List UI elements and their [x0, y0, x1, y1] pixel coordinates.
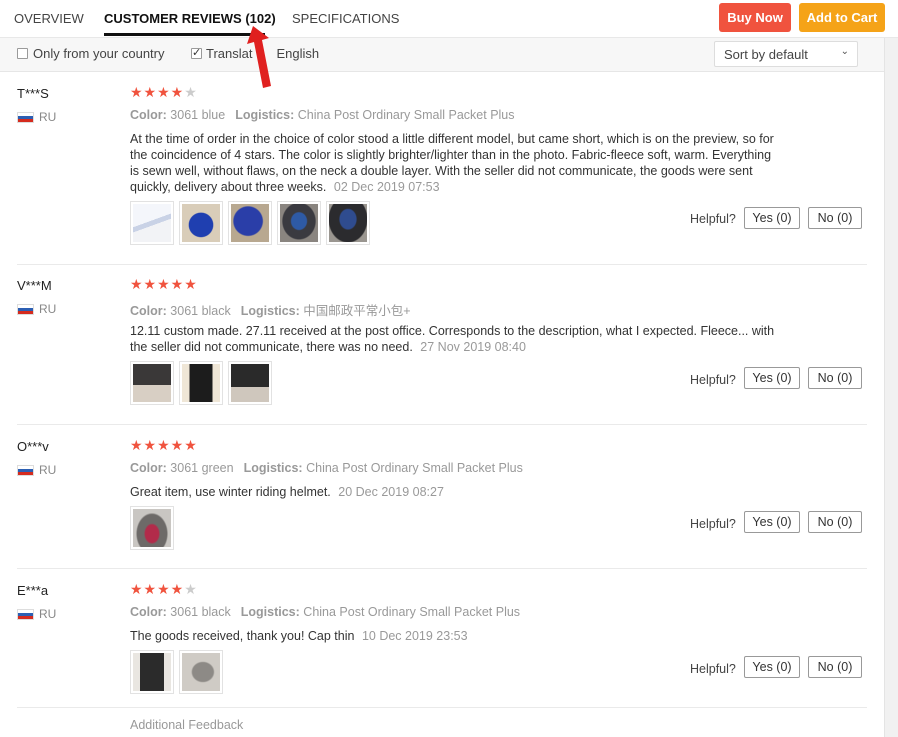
helpful-no-button[interactable]: No (0) [808, 656, 862, 678]
reviewer-country: RU [17, 302, 56, 316]
review-photo[interactable] [130, 506, 174, 550]
review-date: 10 Dec 2019 23:53 [361, 629, 468, 643]
translate-label-end: English [276, 46, 320, 61]
review-filter-bar: Only from your country TranslatEnglish S… [0, 38, 884, 72]
review-text: At the time of order in the choice of co… [130, 131, 780, 195]
logistics-label: Logistics: [243, 461, 303, 475]
russia-flag-icon [17, 464, 34, 476]
logistics-value: China Post Ordinary Small Packet Plus [297, 108, 515, 122]
review-photo[interactable] [130, 201, 174, 245]
russia-flag-icon [17, 303, 34, 315]
helpful-label: Helpful? [690, 517, 736, 531]
star-rating: ★★★★★ [130, 438, 198, 454]
star-rating: ★★★★★ [130, 277, 198, 293]
review-photo[interactable] [228, 201, 272, 245]
logistics-value: 中国邮政平常小包+ [303, 304, 411, 318]
reviewer-country: RU [17, 110, 56, 124]
country-code: RU [39, 463, 57, 477]
review-meta: Color: 3061 black Logistics: 中国邮政平常小包+ [130, 300, 411, 319]
helpful-yes-button[interactable]: Yes (0) [744, 511, 800, 533]
reviewer-name: O***v [17, 439, 49, 454]
buy-now-button[interactable]: Buy Now [719, 3, 791, 32]
helpful-yes-button[interactable]: Yes (0) [744, 207, 800, 229]
reviewer-name: T***S [17, 86, 49, 101]
russia-flag-icon [17, 608, 34, 620]
logistics-label: Logistics: [235, 108, 295, 122]
review-meta: Color: 3061 green Logistics: China Post O… [130, 461, 523, 475]
review-body: Great item, use winter riding helmet. [130, 485, 331, 499]
tab-overview[interactable]: OVERVIEW [14, 11, 84, 26]
review-divider [17, 707, 867, 708]
sort-select[interactable]: Sort by default ⌄ [714, 41, 858, 67]
color-label: Color: [130, 304, 167, 318]
logistics-value: China Post Ordinary Small Packet Plus [306, 461, 523, 475]
color-label: Color: [130, 605, 167, 619]
review-photo[interactable] [179, 361, 223, 405]
color-value: 3061 black [170, 605, 231, 619]
country-code: RU [39, 302, 57, 316]
helpful-label: Helpful? [690, 212, 736, 226]
review-divider [17, 424, 867, 425]
only-country-label[interactable]: Only from your country [33, 46, 165, 61]
review-body: At the time of order in the choice of co… [130, 132, 774, 194]
review-photos [130, 361, 272, 405]
sort-select-value: Sort by default [724, 47, 808, 62]
chevron-down-icon: ⌄ [840, 46, 849, 57]
logistics-label: Logistics: [240, 304, 300, 318]
country-code: RU [39, 110, 57, 124]
review-photos [130, 506, 174, 550]
reviewer-name: E***a [17, 583, 49, 598]
review-date: 20 Dec 2019 08:27 [338, 485, 444, 499]
scrollbar[interactable] [884, 38, 898, 737]
star-rating: ★★★★★ [130, 85, 198, 101]
review-photo[interactable] [179, 201, 223, 245]
helpful-no-button[interactable]: No (0) [808, 511, 862, 533]
helpful-no-button[interactable]: No (0) [808, 207, 862, 229]
review-meta: Color: 3061 black Logistics: China Post O… [130, 605, 520, 619]
tab-specifications[interactable]: SPECIFICATIONS [292, 11, 399, 26]
review-photo[interactable] [130, 650, 174, 694]
country-code: RU [39, 607, 57, 621]
color-value: 3061 green [170, 461, 234, 475]
color-label: Color: [130, 461, 167, 475]
logistics-label: Logistics: [240, 605, 300, 619]
add-to-cart-button[interactable]: Add to Cart [799, 3, 885, 32]
additional-feedback-link[interactable]: Additional Feedback [130, 718, 243, 732]
review-text: Great item, use winter riding helmet. 20… [130, 484, 780, 500]
helpful-no-button[interactable]: No (0) [808, 367, 862, 389]
color-value: 3061 blue [170, 108, 226, 122]
reviewer-name: V***M [17, 278, 52, 293]
review-photos [130, 650, 223, 694]
review-divider [17, 568, 867, 569]
color-label: Color: [130, 108, 167, 122]
review-text: 12.11 custom made. 27.11 received at the… [130, 323, 780, 355]
review-date: 02 Dec 2019 07:53 [333, 180, 440, 194]
review-photo[interactable] [228, 361, 272, 405]
review-text: The goods received, thank you! Cap thin … [130, 628, 780, 644]
active-tab-underline [104, 33, 265, 36]
review-photo[interactable] [277, 201, 321, 245]
helpful-yes-button[interactable]: Yes (0) [744, 367, 800, 389]
review-date: 27 Nov 2019 08:40 [420, 340, 526, 354]
helpful-label: Helpful? [690, 662, 736, 676]
reviewer-country: RU [17, 463, 56, 477]
star-rating: ★★★★★ [130, 582, 198, 598]
review-photo[interactable] [130, 361, 174, 405]
russia-flag-icon [17, 111, 34, 123]
tab-bar: OVERVIEW CUSTOMER REVIEWS (102) SPECIFIC… [0, 0, 898, 38]
translate-checkbox[interactable] [191, 46, 202, 59]
review-photos [130, 201, 370, 245]
review-divider [17, 264, 867, 265]
logistics-value: China Post Ordinary Small Packet Plus [303, 605, 521, 619]
review-photo[interactable] [326, 201, 370, 245]
helpful-label: Helpful? [690, 373, 736, 387]
red-arrow-annotation [247, 26, 271, 88]
reviewer-country: RU [17, 607, 56, 621]
only-country-checkbox[interactable] [17, 48, 28, 59]
review-photo[interactable] [179, 650, 223, 694]
review-body: The goods received, thank you! Cap thin [130, 629, 355, 643]
color-value: 3061 black [170, 304, 231, 318]
review-meta: Color: 3061 blue Logistics: China Post Or… [130, 108, 515, 122]
helpful-yes-button[interactable]: Yes (0) [744, 656, 800, 678]
